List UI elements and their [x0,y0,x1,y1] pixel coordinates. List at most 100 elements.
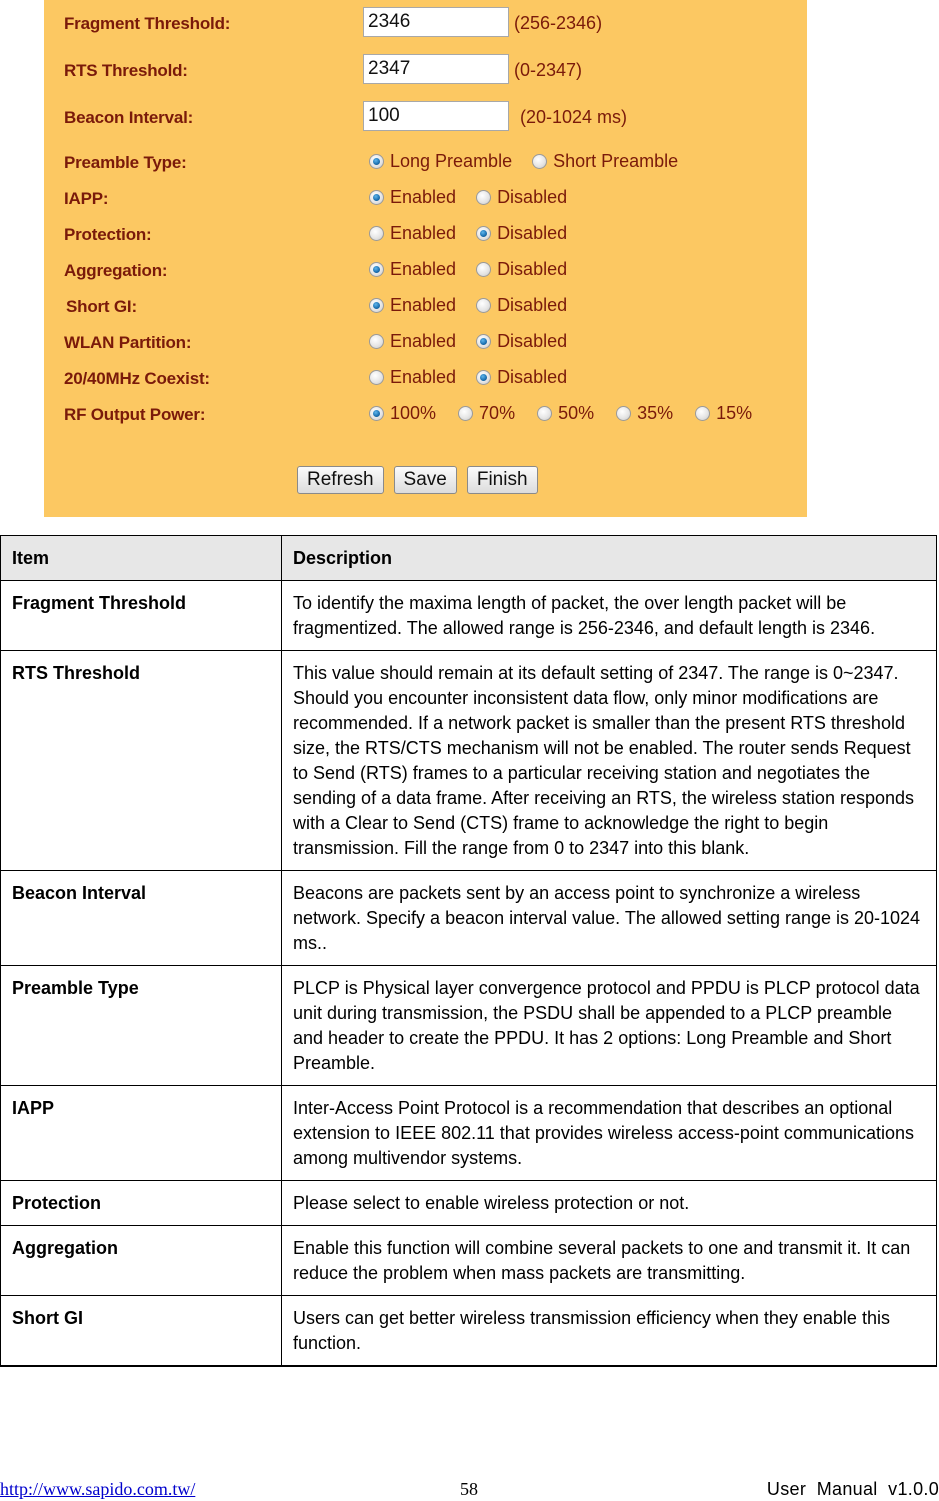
table-row: Protection Please select to enable wirel… [0,1180,937,1226]
coexist-disabled-option[interactable]: Disabled [476,367,567,388]
radio-selected-icon[interactable] [369,153,384,169]
item-cell: Aggregation [0,1225,282,1296]
table-row: Fragment Threshold To identify the maxim… [0,580,937,651]
radio-unselected-icon[interactable] [369,225,384,241]
description-cell: To identify the maxima length of packet,… [281,580,937,651]
radio-selected-icon[interactable] [476,333,492,349]
power-15-option[interactable]: 15% [695,403,752,424]
table-row: Short GI Users can get better wireless t… [0,1295,937,1367]
radio-unselected-icon[interactable] [476,297,492,313]
iapp-disabled-option[interactable]: Disabled [476,187,567,208]
fragment-threshold-row: Fragment Threshold: (256-2346) [44,4,807,40]
iapp-enabled-option[interactable]: Enabled [369,187,456,208]
table-row: Preamble Type PLCP is Physical layer con… [0,965,937,1086]
iapp-label: IAPP: [64,189,109,208]
table-header-row: Item Description [0,535,937,581]
radio-unselected-icon[interactable] [532,153,548,169]
radio-unselected-icon[interactable] [369,333,384,349]
description-cell: PLCP is Physical layer convergence proto… [281,965,937,1086]
long-preamble-option[interactable]: Long Preamble [369,151,512,172]
wlan-partition-label: WLAN Partition: [64,333,192,352]
item-cell: Short GI [0,1295,282,1367]
radio-unselected-icon[interactable] [537,405,553,421]
aggregation-enabled-option[interactable]: Enabled [369,259,456,280]
rts-threshold-label: RTS Threshold: [64,61,188,80]
description-cell: Beacons are packets sent by an access po… [281,870,937,966]
manual-version: User Manual v1.0.0 [766,1479,939,1499]
protection-disabled-option[interactable]: Disabled [476,223,567,244]
item-cell: Protection [0,1180,282,1226]
beacon-interval-range: (20-1024 ms) [520,107,628,127]
table-row: Aggregation Enable this function will co… [0,1225,937,1296]
table-row: IAPP Inter-Access Point Protocol is a re… [0,1085,937,1181]
radio-selected-icon[interactable] [369,405,384,421]
wlan-partition-disabled-option[interactable]: Disabled [476,331,567,352]
short-gi-enabled-option[interactable]: Enabled [369,295,456,316]
action-buttons: Refresh Save Finish [297,466,548,494]
coexist-label: 20/40MHz Coexist: [64,369,210,388]
rts-threshold-range: (0-2347) [514,60,583,80]
preamble-type-row: Preamble Type: Long Preamble Short Pream… [44,143,807,179]
page-footer: http://www.sapido.com.tw/ 58 User Manual… [0,1479,939,1501]
aggregation-row: Aggregation: Enabled Disabled [44,251,807,287]
radio-unselected-icon[interactable] [616,405,632,421]
description-cell: Users can get better wireless transmissi… [281,1295,937,1367]
description-cell: Please select to enable wireless protect… [281,1180,937,1226]
aggregation-label: Aggregation: [64,261,168,280]
website-link[interactable]: http://www.sapido.com.tw/ [0,1479,195,1500]
wlan-partition-row: WLAN Partition: Enabled Disabled [44,323,807,359]
radio-selected-icon[interactable] [476,225,492,241]
power-70-option[interactable]: 70% [458,403,515,424]
settings-description-table: Item Description Fragment Threshold To i… [0,535,937,1367]
item-column-header: Item [0,535,282,581]
fragment-threshold-label: Fragment Threshold: [64,14,231,33]
protection-enabled-option[interactable]: Enabled [369,223,456,244]
rts-threshold-input[interactable] [363,54,509,84]
protection-label: Protection: [64,225,152,244]
radio-selected-icon[interactable] [369,261,384,277]
radio-unselected-icon[interactable] [476,261,492,277]
radio-unselected-icon[interactable] [695,405,711,421]
coexist-enabled-option[interactable]: Enabled [369,367,456,388]
save-button[interactable]: Save [393,466,457,494]
short-gi-row: Short GI: Enabled Disabled [44,287,807,323]
power-35-option[interactable]: 35% [616,403,673,424]
description-column-header: Description [281,535,937,581]
fragment-threshold-range: (256-2346) [514,13,603,33]
aggregation-disabled-option[interactable]: Disabled [476,259,567,280]
description-cell: Enable this function will combine severa… [281,1225,937,1296]
rts-threshold-row: RTS Threshold: (0-2347) [44,51,807,87]
description-cell: This value should remain at its default … [281,650,937,871]
iapp-row: IAPP: Enabled Disabled [44,179,807,215]
beacon-interval-input[interactable] [363,101,509,131]
item-cell: RTS Threshold [0,650,282,871]
rf-output-power-label: RF Output Power: [64,405,206,424]
coexist-row: 20/40MHz Coexist: Enabled Disabled [44,359,807,395]
radio-selected-icon[interactable] [476,369,492,385]
refresh-button[interactable]: Refresh [297,466,384,494]
radio-selected-icon[interactable] [369,189,384,205]
protection-row: Protection: Enabled Disabled [44,215,807,251]
radio-selected-icon[interactable] [369,297,384,313]
table-row: RTS Threshold This value should remain a… [0,650,937,871]
short-preamble-option[interactable]: Short Preamble [532,151,678,172]
beacon-interval-label: Beacon Interval: [64,108,194,127]
item-cell: IAPP [0,1085,282,1181]
radio-unselected-icon[interactable] [476,189,492,205]
radio-unselected-icon[interactable] [458,405,474,421]
item-cell: Beacon Interval [0,870,282,966]
rf-output-power-row: RF Output Power: 100% 70% 50% 35% 15% [44,395,807,431]
table-row: Beacon Interval Beacons are packets sent… [0,870,937,966]
page-number: 58 [460,1479,478,1499]
short-gi-disabled-option[interactable]: Disabled [476,295,567,316]
power-100-option[interactable]: 100% [369,403,436,424]
item-cell: Fragment Threshold [0,580,282,651]
fragment-threshold-input[interactable] [363,7,509,37]
power-50-option[interactable]: 50% [537,403,594,424]
radio-unselected-icon[interactable] [369,369,384,385]
finish-button[interactable]: Finish [466,466,538,494]
beacon-interval-row: Beacon Interval: (20-1024 ms) [44,98,807,134]
description-cell: Inter-Access Point Protocol is a recomme… [281,1085,937,1181]
wlan-partition-enabled-option[interactable]: Enabled [369,331,456,352]
preamble-type-label: Preamble Type: [64,153,187,172]
